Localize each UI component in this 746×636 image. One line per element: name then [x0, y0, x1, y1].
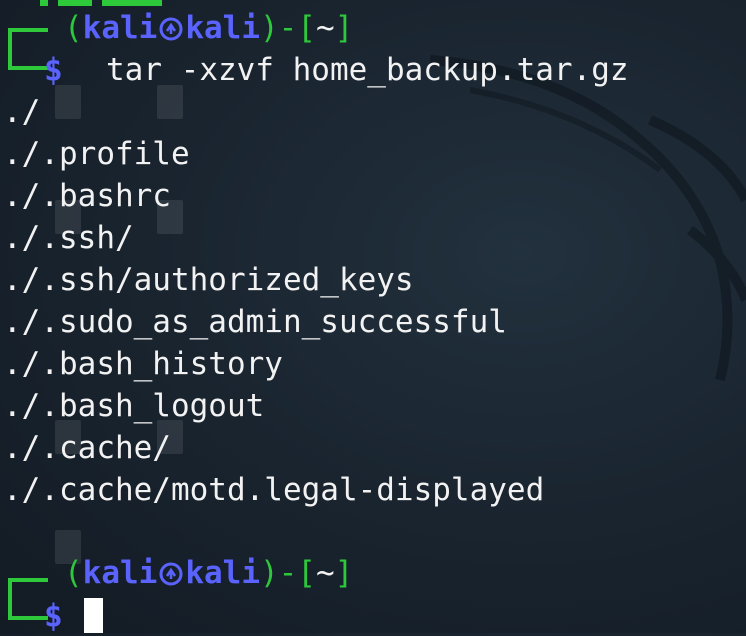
prompt-open-paren: (: [64, 555, 83, 591]
prompt-host: kali: [185, 10, 260, 46]
prompt-corner-bottom: [8, 598, 48, 620]
prompt-close-bracket: )-[: [259, 10, 316, 46]
prompt-user: kali: [82, 10, 158, 46]
terminal-cursor[interactable]: [84, 598, 103, 633]
output-line: ./.ssh/: [3, 220, 134, 256]
output-line: ./.sudo_as_admin_successful: [3, 304, 507, 340]
kali-skull-icon: [159, 562, 183, 586]
prompt-dollar: $: [44, 598, 63, 634]
prompt-directory: ~: [315, 555, 335, 591]
prompt-open-paren: (: [64, 10, 83, 46]
output-line: ./.ssh/authorized_keys: [3, 262, 414, 298]
prompt-dir-close: ]: [334, 555, 354, 591]
output-line: ./.bashrc: [3, 178, 171, 214]
output-line: ./.bash_logout: [3, 388, 265, 424]
prompt-line: (kali kali)-[~]: [64, 8, 353, 48]
output-line: ./: [3, 94, 41, 130]
prompt-user: kali: [82, 555, 158, 591]
kali-skull-icon: [159, 17, 183, 41]
prompt-corner-bottom: [8, 50, 48, 70]
previous-output-fragment: [40, 0, 190, 6]
prompt-dir-close: ]: [334, 10, 354, 46]
output-line: ./.cache/motd.legal-displayed: [3, 472, 545, 508]
prompt-line: (kali kali)-[~]: [64, 553, 353, 593]
command-text: tar -xzvf home_backup.tar.gz: [106, 52, 629, 88]
prompt-dollar: $: [44, 52, 63, 88]
output-line: ./.cache/: [3, 430, 171, 466]
output-line: ./.bash_history: [3, 346, 283, 382]
prompt-directory: ~: [315, 10, 335, 46]
prompt-close-bracket: )-[: [259, 555, 316, 591]
output-line: ./.profile: [3, 136, 190, 172]
terminal-window[interactable]: (kali kali)-[~] $ tar -xzvf home_backup.t…: [0, 0, 746, 634]
prompt-host: kali: [185, 555, 260, 591]
